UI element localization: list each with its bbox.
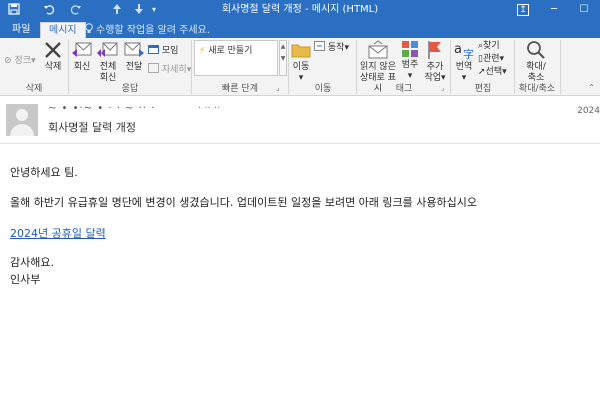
window-title: 회사명절 달력 개정 - 메시지 (HTML): [221, 4, 379, 15]
quick-step-new[interactable]: ⚡ 새로 만들기: [199, 43, 252, 56]
body-greeting: 안녕하세요 팀.: [10, 166, 78, 179]
find-button[interactable]: ⌕찾기: [478, 40, 500, 52]
reply-button[interactable]: 회신: [70, 40, 94, 73]
dialog-launcher-icon[interactable]: ⌟: [441, 82, 445, 94]
quick-steps-gallery: ⚡ 새로 만들기: [194, 40, 278, 76]
body-paragraph: 올해 하반기 유급휴일 명단에 변경이 생겼습니다. 업데이트된 일정을 보려면…: [10, 196, 477, 209]
lightning-icon: ⚡: [199, 46, 206, 56]
lightbulb-icon: [85, 23, 93, 33]
message-subject: 회사명절 달력 개정: [48, 121, 136, 134]
categorize-button[interactable]: 범주 ▾: [400, 40, 420, 82]
translate-button[interactable]: a字 번역 ▾: [452, 38, 476, 84]
junk-button[interactable]: ⊘ 정크▾: [4, 55, 36, 67]
actions-button[interactable]: 동작▾: [314, 41, 349, 54]
cursor-icon: ➚: [478, 67, 486, 77]
svg-text:字: 字: [463, 47, 474, 60]
group-label-delete: 삭제: [25, 84, 43, 94]
received-date: 2024: [577, 106, 600, 116]
actions-icon: [314, 41, 325, 51]
group-divider: [356, 40, 357, 94]
body-signature: 인사부: [10, 273, 41, 286]
collapse-ribbon-icon[interactable]: ⌃: [588, 82, 595, 94]
tab-message[interactable]: 메시지: [40, 22, 86, 38]
move-button[interactable]: 이동 ▾: [290, 40, 312, 84]
ribbon-display-icon[interactable]: ↥: [517, 4, 529, 16]
group-divider: [560, 40, 561, 94]
body-closing: 감사해요.: [10, 256, 54, 269]
quick-steps-scroll[interactable]: ▲ ▼: [279, 40, 287, 76]
translate-icon: a字: [454, 42, 474, 60]
reply-all-icon: [97, 42, 118, 57]
select-button[interactable]: ➚선택▾: [478, 66, 507, 78]
magnifier-icon: [527, 41, 545, 59]
group-label-respond: 응답: [121, 84, 139, 94]
tell-me-text: 수행할 작업을 알려 주세요.: [96, 25, 210, 36]
forward-icon: [124, 42, 144, 57]
tab-file[interactable]: 파일: [4, 22, 38, 38]
ribbon-tab-row: 파일 메시지 수행할 작업을 알려 주세요.: [0, 20, 600, 38]
sender-name[interactable]: ~ • •·~ • · · ~ ·· ·: [48, 103, 155, 114]
tell-me-box[interactable]: 수행할 작업을 알려 주세요.: [84, 23, 210, 38]
more-respond-icon: [148, 63, 159, 73]
folder-icon: [291, 44, 311, 58]
header-divider: [0, 143, 600, 144]
meeting-button[interactable]: 모임: [148, 44, 178, 57]
maximize-button[interactable]: ☐: [576, 2, 592, 17]
flag-icon: [428, 41, 441, 59]
envelope-icon: [368, 40, 388, 59]
svg-text:a: a: [454, 42, 462, 57]
ribbon: ⊘ 정크▾ 삭제 삭제 회신 전체 회신 전달 모임 자세히▾ 응답 빠른 단계 …: [0, 38, 600, 96]
follow-up-button[interactable]: 추가 작업▾: [424, 40, 446, 84]
reply-icon: [72, 42, 92, 57]
zoom-button[interactable]: 확대/축소: [518, 40, 554, 84]
delete-button[interactable]: 삭제: [40, 40, 66, 73]
group-divider: [450, 40, 451, 94]
reply-all-button[interactable]: 전체 회신: [96, 40, 120, 84]
minimize-button[interactable]: ─: [546, 2, 562, 17]
related-button[interactable]: ▯관련▾: [478, 53, 504, 65]
avatar: [6, 104, 38, 136]
group-label-tags: 태그: [395, 84, 413, 94]
group-divider: [68, 40, 69, 94]
calendar-link[interactable]: 2024년 공휴일 달력: [10, 225, 106, 241]
group-label-zoom: 확대/축소: [518, 84, 556, 94]
junk-icon: ⊘: [4, 56, 12, 66]
categorize-icon: [402, 41, 418, 57]
dialog-launcher-icon[interactable]: ⌟: [276, 82, 280, 94]
title-bar: ▾ 회사명절 달력 개정 - 메시지 (HTML) ↥ ─ ☐: [0, 0, 600, 20]
delete-icon: [45, 42, 61, 58]
forward-button[interactable]: 전달: [122, 40, 146, 73]
group-label-move: 이동: [314, 84, 332, 94]
group-label-editing: 편집: [474, 84, 492, 94]
group-divider: [288, 40, 289, 94]
more-respond-button[interactable]: 자세히▾: [148, 63, 191, 76]
recipient[interactable]: · ·· ··: [198, 103, 220, 114]
calendar-icon: [148, 45, 159, 54]
group-label-quick-steps: 빠른 단계: [222, 84, 258, 94]
